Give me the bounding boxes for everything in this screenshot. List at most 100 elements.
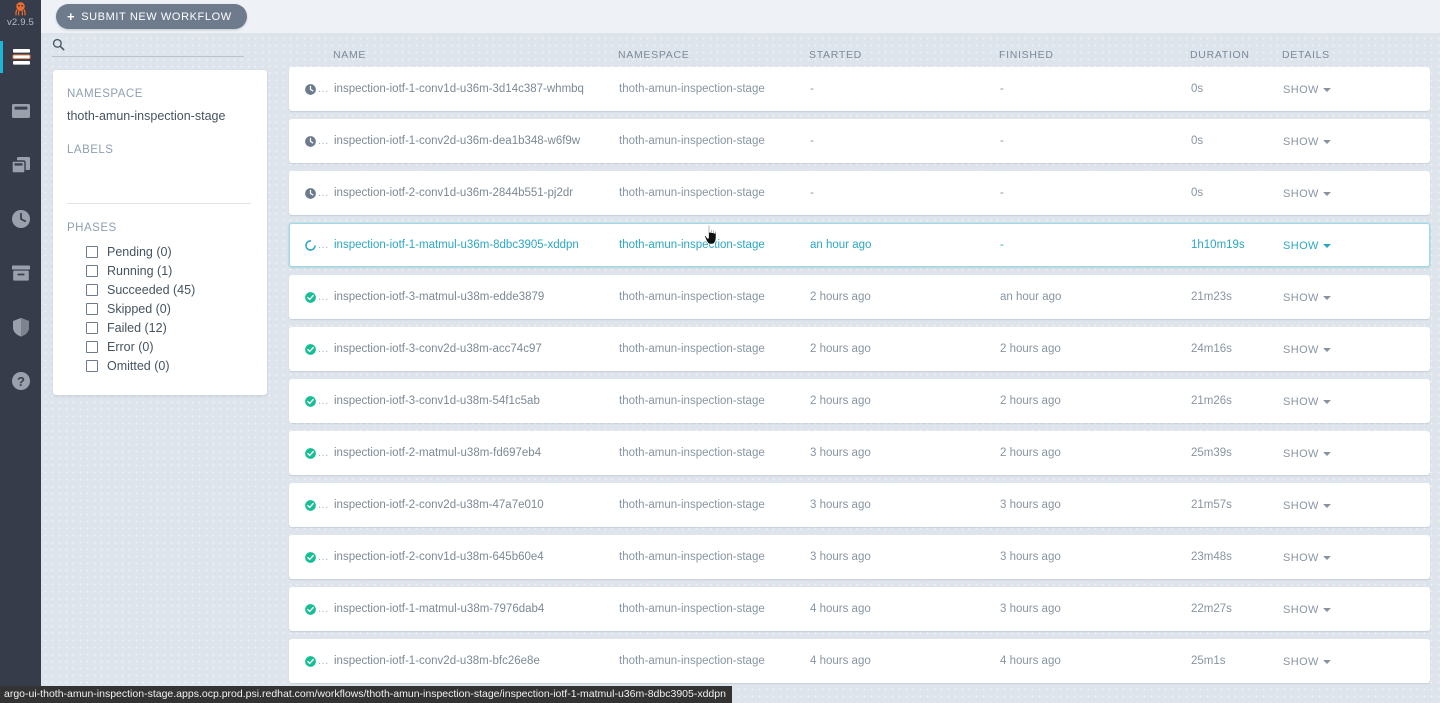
table-row[interactable]: ... inspection-iotf-3-matmul-u38m-edde387… <box>289 275 1430 319</box>
status-ellipsis: ... <box>318 655 329 667</box>
row-details-cell[interactable]: SHOW <box>1283 392 1413 410</box>
row-details-cell[interactable]: SHOW <box>1283 236 1413 254</box>
show-details-button[interactable]: SHOW <box>1283 136 1331 148</box>
row-workflow-name[interactable]: inspection-iotf-3-matmul-u38m-edde3879 <box>334 291 619 303</box>
show-details-button[interactable]: SHOW <box>1283 656 1331 668</box>
phase-checkbox[interactable] <box>86 359 98 372</box>
table-row[interactable]: ... inspection-iotf-2-conv1d-u36m-2844b55… <box>289 171 1430 215</box>
row-workflow-name[interactable]: inspection-iotf-1-conv1d-u36m-3d14c387-w… <box>334 83 619 95</box>
phase-filter-item[interactable]: Failed (12) <box>86 318 251 337</box>
show-details-button[interactable]: SHOW <box>1283 292 1331 304</box>
row-namespace[interactable]: thoth-amun-inspection-stage <box>619 603 810 615</box>
phase-filter-item[interactable]: Error (0) <box>86 337 251 356</box>
sidebar-item-help[interactable]: ? <box>0 354 41 408</box>
row-details-cell[interactable]: SHOW <box>1283 288 1413 306</box>
row-namespace[interactable]: thoth-amun-inspection-stage <box>619 291 810 303</box>
row-namespace[interactable]: thoth-amun-inspection-stage <box>619 83 810 95</box>
row-workflow-name[interactable]: inspection-iotf-1-conv2d-u36m-dea1b348-w… <box>334 135 619 147</box>
table-row[interactable]: ... inspection-iotf-3-conv2d-u38m-acc74c9… <box>289 327 1430 371</box>
row-workflow-name[interactable]: inspection-iotf-1-conv2d-u38m-bfc26e8e <box>334 655 619 667</box>
row-workflow-name[interactable]: inspection-iotf-2-conv2d-u38m-47a7e010 <box>334 499 619 511</box>
search-input[interactable] <box>72 37 237 51</box>
sidebar-item-security[interactable] <box>0 300 41 354</box>
phase-checkbox[interactable] <box>86 283 98 296</box>
column-header-finished[interactable]: FINISHED <box>999 49 1190 61</box>
row-workflow-name[interactable]: inspection-iotf-2-conv1d-u38m-645b60e4 <box>334 551 619 563</box>
show-details-button[interactable]: SHOW <box>1283 604 1331 616</box>
table-row[interactable]: ... inspection-iotf-2-conv1d-u38m-645b60e… <box>289 535 1430 579</box>
row-namespace[interactable]: thoth-amun-inspection-stage <box>619 187 810 199</box>
phase-filter-item[interactable]: Running (1) <box>86 261 251 280</box>
table-row[interactable]: ... inspection-iotf-1-matmul-u36m-8dbc390… <box>289 223 1430 267</box>
status-ellipsis: ... <box>318 239 329 251</box>
row-namespace[interactable]: thoth-amun-inspection-stage <box>619 239 810 251</box>
row-details-cell[interactable]: SHOW <box>1283 652 1413 670</box>
sidebar-item-cluster-workflow-templates[interactable] <box>0 138 41 192</box>
sidebar-item-workflows[interactable] <box>0 30 41 84</box>
plus-icon: + <box>67 9 76 24</box>
show-details-button[interactable]: SHOW <box>1283 84 1331 96</box>
row-details-cell[interactable]: SHOW <box>1283 444 1413 462</box>
row-details-cell[interactable]: SHOW <box>1283 548 1413 566</box>
phase-checkbox[interactable] <box>86 340 98 353</box>
show-details-button[interactable]: SHOW <box>1283 552 1331 564</box>
row-namespace[interactable]: thoth-amun-inspection-stage <box>619 447 810 459</box>
namespace-value[interactable]: thoth-amun-inspection-stage <box>67 109 251 123</box>
sidebar-item-cron-workflows[interactable] <box>0 192 41 246</box>
row-workflow-name[interactable]: inspection-iotf-3-conv2d-u38m-acc74c97 <box>334 343 619 355</box>
phase-checkbox[interactable] <box>86 264 98 277</box>
phase-filter-item[interactable]: Pending (0) <box>86 242 251 261</box>
row-workflow-name[interactable]: inspection-iotf-1-matmul-u36m-8dbc3905-x… <box>334 239 619 251</box>
show-details-button[interactable]: SHOW <box>1283 500 1331 512</box>
row-workflow-name[interactable]: inspection-iotf-1-matmul-u38m-7976dab4 <box>334 603 619 615</box>
row-workflow-name[interactable]: inspection-iotf-3-conv1d-u38m-54f1c5ab <box>334 395 619 407</box>
table-row[interactable]: ... inspection-iotf-1-conv1d-u36m-3d14c38… <box>289 67 1430 111</box>
row-namespace[interactable]: thoth-amun-inspection-stage <box>619 655 810 667</box>
show-details-label: SHOW <box>1283 604 1319 616</box>
table-row[interactable]: ... inspection-iotf-1-conv2d-u38m-bfc26e8… <box>289 639 1430 683</box>
search-field-wrapper[interactable] <box>52 37 244 57</box>
phase-filter-item[interactable]: Succeeded (45) <box>86 280 251 299</box>
phase-checkbox[interactable] <box>86 245 98 258</box>
row-details-cell[interactable]: SHOW <box>1283 600 1413 618</box>
column-header-name[interactable]: NAME <box>333 49 618 61</box>
table-row[interactable]: ... inspection-iotf-1-conv2d-u36m-dea1b34… <box>289 119 1430 163</box>
row-workflow-name[interactable]: inspection-iotf-2-matmul-u38m-fd697eb4 <box>334 447 619 459</box>
show-details-button[interactable]: SHOW <box>1283 240 1331 252</box>
row-details-cell[interactable]: SHOW <box>1283 340 1413 358</box>
row-details-cell[interactable]: SHOW <box>1283 80 1413 98</box>
row-workflow-name[interactable]: inspection-iotf-2-conv1d-u36m-2844b551-p… <box>334 187 619 199</box>
table-row[interactable]: ... inspection-iotf-3-conv1d-u38m-54f1c5a… <box>289 379 1430 423</box>
sidebar-item-workflow-templates[interactable] <box>0 84 41 138</box>
row-status-cell: ... <box>290 239 334 252</box>
phase-checkbox[interactable] <box>86 321 98 334</box>
phase-filter-item[interactable]: Skipped (0) <box>86 299 251 318</box>
row-namespace[interactable]: thoth-amun-inspection-stage <box>619 343 810 355</box>
row-namespace[interactable]: thoth-amun-inspection-stage <box>619 395 810 407</box>
column-header-namespace[interactable]: NAMESPACE <box>618 49 809 61</box>
row-details-cell[interactable]: SHOW <box>1283 184 1413 202</box>
column-header-started[interactable]: STARTED <box>809 49 999 61</box>
phase-filter-item[interactable]: Omitted (0) <box>86 356 251 375</box>
show-details-button[interactable]: SHOW <box>1283 396 1331 408</box>
row-details-cell[interactable]: SHOW <box>1283 132 1413 150</box>
row-namespace[interactable]: thoth-amun-inspection-stage <box>619 135 810 147</box>
row-status-cell: ... <box>290 447 334 460</box>
table-row[interactable]: ... inspection-iotf-2-matmul-u38m-fd697eb… <box>289 431 1430 475</box>
column-header-duration[interactable]: DURATION <box>1190 49 1282 61</box>
table-row[interactable]: ... inspection-iotf-2-conv2d-u38m-47a7e01… <box>289 483 1430 527</box>
phase-checkbox[interactable] <box>86 302 98 315</box>
show-details-button[interactable]: SHOW <box>1283 188 1331 200</box>
app-logo[interactable]: v2.9.5 <box>0 0 41 30</box>
row-details-cell[interactable]: SHOW <box>1283 496 1413 514</box>
show-details-button[interactable]: SHOW <box>1283 448 1331 460</box>
show-details-button[interactable]: SHOW <box>1283 344 1331 356</box>
labels-value[interactable] <box>67 168 251 182</box>
row-namespace[interactable]: thoth-amun-inspection-stage <box>619 499 810 511</box>
row-duration: 21m57s <box>1191 499 1232 511</box>
row-namespace[interactable]: thoth-amun-inspection-stage <box>619 551 810 563</box>
sidebar-item-archived-workflows[interactable] <box>0 246 41 300</box>
submit-new-workflow-button[interactable]: + SUBMIT NEW WORKFLOW <box>56 4 247 29</box>
status-ellipsis: ... <box>318 343 329 355</box>
table-row[interactable]: ... inspection-iotf-1-matmul-u38m-7976dab… <box>289 587 1430 631</box>
